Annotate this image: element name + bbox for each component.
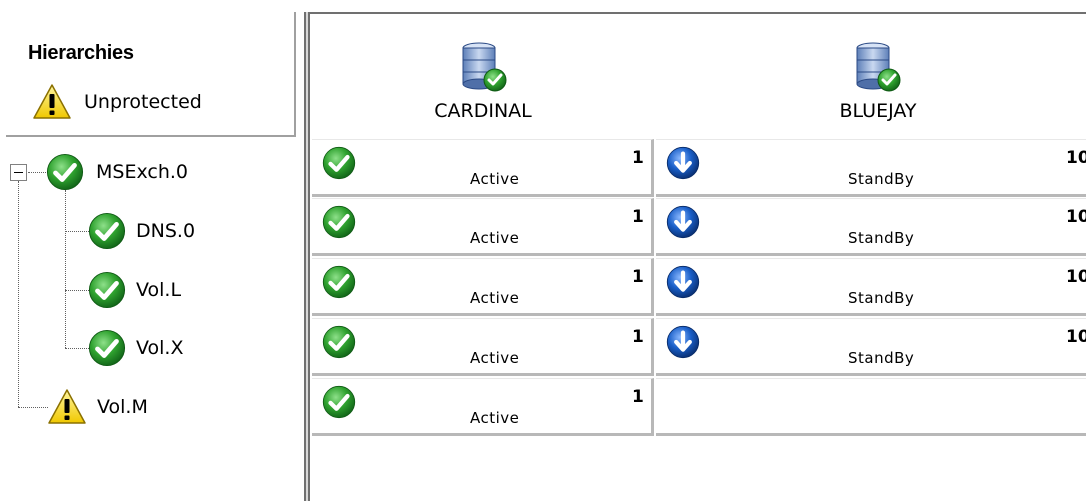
warning-icon xyxy=(47,388,87,426)
standby-arrow-icon xyxy=(666,265,700,299)
hierarchies-header: Hierarchies Unprotected xyxy=(6,12,296,137)
priority-value: 1 xyxy=(632,207,644,227)
bluejay-empty-cell xyxy=(656,378,1086,436)
divider xyxy=(310,12,1086,14)
tree-item-vol-x[interactable]: Vol.X xyxy=(88,328,183,368)
check-icon xyxy=(322,205,356,239)
tree-item-dns[interactable]: DNS.0 xyxy=(88,211,195,251)
server-name: CARDINAL xyxy=(434,100,532,122)
cardinal-cell[interactable]: Active 1 xyxy=(312,318,654,376)
state-label: StandBy xyxy=(848,349,915,367)
check-icon xyxy=(88,271,126,309)
state-label: StandBy xyxy=(848,229,915,247)
state-label: Active xyxy=(470,170,520,188)
state-label: StandBy xyxy=(848,289,915,307)
tree-item-label: DNS.0 xyxy=(136,220,196,242)
hierarchies-pane: Hierarchies Unprotected MSExch.0 DNS.0 V… xyxy=(0,0,304,501)
priority-value: 1 xyxy=(632,387,644,407)
tree-item-label: Vol.X xyxy=(136,337,184,359)
state-label: Active xyxy=(470,349,520,367)
tree-collapse-toggle[interactable] xyxy=(10,164,27,181)
priority-value: 1 xyxy=(632,267,644,287)
tree-item-vol-m[interactable]: Vol.M xyxy=(47,387,148,427)
tree-item-msexch[interactable]: MSExch.0 xyxy=(46,152,188,192)
cardinal-cell[interactable]: Active 1 xyxy=(312,258,654,316)
check-icon xyxy=(88,329,126,367)
tree-item-label: Vol.L xyxy=(136,279,182,301)
hierarchies-title: Hierarchies xyxy=(28,42,134,64)
priority-value: 1 xyxy=(632,148,644,168)
check-icon xyxy=(322,325,356,359)
priority-value: 10 xyxy=(1066,207,1086,227)
server-name: BLUEJAY xyxy=(839,100,917,122)
state-label: Active xyxy=(470,229,520,247)
warning-icon xyxy=(32,83,72,121)
cardinal-cell[interactable]: Active 1 xyxy=(312,198,654,256)
tree-line xyxy=(65,231,89,232)
cardinal-cell[interactable]: Active 1 xyxy=(312,139,654,197)
tree-line xyxy=(18,181,19,407)
tree-item-vol-l[interactable]: Vol.L xyxy=(88,270,181,310)
server-check-icon xyxy=(853,40,901,96)
server-header-cardinal: CARDINAL xyxy=(312,20,654,138)
tree-item-label: Vol.M xyxy=(97,396,148,418)
tree-line xyxy=(65,348,89,349)
check-icon xyxy=(322,265,356,299)
check-icon xyxy=(46,153,84,191)
check-icon xyxy=(322,146,356,180)
pane-splitter[interactable] xyxy=(304,12,310,501)
bluejay-cell[interactable]: StandBy 10 xyxy=(656,139,1086,197)
bluejay-cell[interactable]: StandBy 10 xyxy=(656,198,1086,256)
priority-value: 10 xyxy=(1066,327,1086,347)
standby-arrow-icon xyxy=(666,325,700,359)
server-check-icon xyxy=(459,40,507,96)
tree-line xyxy=(28,172,48,173)
state-label: Active xyxy=(470,289,520,307)
standby-arrow-icon xyxy=(666,205,700,239)
priority-value: 10 xyxy=(1066,148,1086,168)
standby-arrow-icon xyxy=(666,146,700,180)
priority-value: 1 xyxy=(632,327,644,347)
tree-line xyxy=(65,190,66,348)
bluejay-cell[interactable]: StandBy 10 xyxy=(656,258,1086,316)
bluejay-cell[interactable]: StandBy 10 xyxy=(656,318,1086,376)
tree-line xyxy=(18,407,48,408)
tree-line xyxy=(65,290,89,291)
cardinal-cell[interactable]: Active 1 xyxy=(312,378,654,436)
hierarchies-status: Unprotected xyxy=(32,82,202,122)
state-label: StandBy xyxy=(848,170,915,188)
hierarchies-status-label: Unprotected xyxy=(84,91,202,113)
tree-item-label: MSExch.0 xyxy=(96,161,188,183)
check-icon xyxy=(322,385,356,419)
priority-value: 10 xyxy=(1066,267,1086,287)
state-label: Active xyxy=(470,409,520,427)
check-icon xyxy=(88,212,126,250)
server-header-bluejay: BLUEJAY xyxy=(656,20,1086,138)
